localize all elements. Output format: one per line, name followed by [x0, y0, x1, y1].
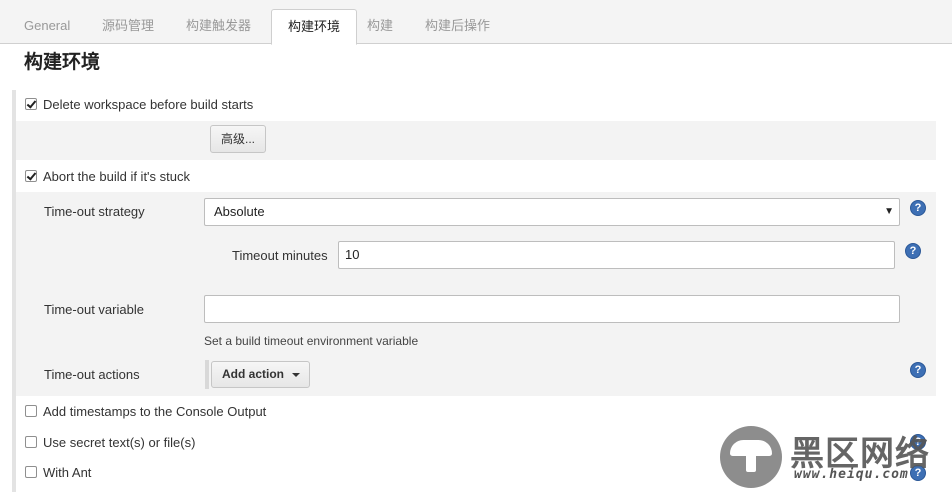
tab-post-build-actions[interactable]: 构建后操作 — [409, 9, 506, 44]
advanced-button[interactable]: 高级... — [210, 125, 266, 153]
help-icon[interactable]: ? — [905, 243, 921, 259]
abort-stuck-option[interactable]: Abort the build if it's stuck — [25, 166, 190, 188]
delete-workspace-checkbox[interactable] — [25, 97, 37, 110]
add-action-drag-handle — [205, 360, 209, 389]
timeout-actions-label: Time-out actions — [44, 367, 140, 382]
timeout-strategy-label: Time-out strategy — [44, 204, 145, 219]
tab-build-triggers[interactable]: 构建触发器 — [170, 9, 267, 44]
secret-text-checkbox[interactable] — [25, 435, 37, 448]
tab-source-management[interactable]: 源码管理 — [86, 9, 170, 44]
tab-general[interactable]: General — [8, 9, 86, 44]
timeout-variable-hint: Set a build timeout environment variable — [204, 334, 419, 348]
timestamps-option[interactable]: Add timestamps to the Console Output — [25, 401, 266, 423]
help-icon[interactable]: ? — [910, 362, 926, 378]
with-ant-label: With Ant — [43, 465, 92, 480]
tab-build-environment[interactable]: 构建环境 — [271, 9, 358, 45]
secret-text-label: Use secret text(s) or file(s) — [43, 435, 196, 450]
with-ant-checkbox[interactable] — [25, 465, 37, 478]
delete-workspace-label: Delete workspace before build starts — [43, 97, 254, 112]
timeout-variable-label: Time-out variable — [44, 302, 144, 317]
add-action-button[interactable]: Add action — [211, 361, 310, 388]
mushroom-logo-icon — [720, 426, 782, 488]
timeout-strategy-value: Absolute — [214, 204, 265, 219]
watermark: 黑区网络 www.heiqu.com — [718, 424, 948, 490]
timestamps-label: Add timestamps to the Console Output — [43, 404, 267, 419]
delete-workspace-advanced-band — [16, 121, 936, 160]
config-tab-bar: General 源码管理 构建触发器 构建环境 构建 构建后操作 — [0, 0, 952, 45]
dropdown-caret-icon — [292, 373, 300, 377]
secret-text-option[interactable]: Use secret text(s) or file(s) — [25, 432, 195, 454]
timeout-variable-input[interactable] — [204, 295, 900, 323]
delete-workspace-option[interactable]: Delete workspace before build starts — [25, 94, 253, 116]
timeout-minutes-input[interactable]: 10 — [338, 241, 895, 269]
watermark-url: www.heiqu.com — [794, 467, 909, 482]
help-icon[interactable]: ? — [910, 200, 926, 216]
timestamps-checkbox[interactable] — [25, 404, 37, 417]
with-ant-option[interactable]: With Ant — [25, 462, 91, 484]
section-title: 构建环境 — [24, 52, 101, 73]
abort-stuck-checkbox[interactable] — [25, 169, 37, 182]
add-action-label: Add action — [222, 367, 284, 381]
timeout-strategy-select[interactable]: Absolute ▼ — [204, 198, 900, 226]
timeout-minutes-label: Timeout minutes — [232, 248, 328, 263]
select-caret-icon: ▼ — [884, 206, 894, 217]
tab-build[interactable]: 构建 — [351, 9, 409, 44]
abort-stuck-label: Abort the build if it's stuck — [43, 169, 190, 184]
